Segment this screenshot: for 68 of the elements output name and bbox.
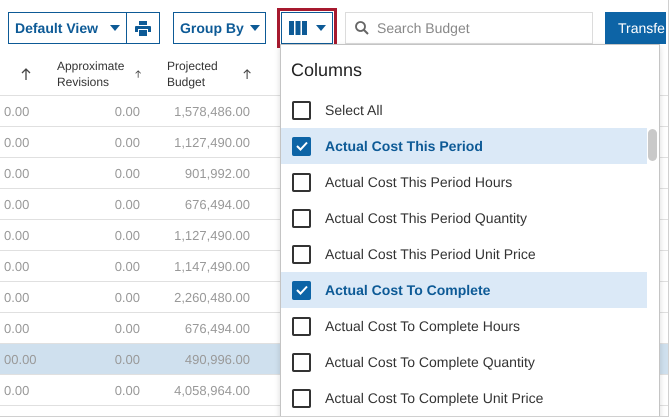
checkbox[interactable] [292,316,311,336]
sort-arrow-icon[interactable] [134,68,141,80]
table-cell: 0.00 [4,258,30,274]
caret-icon [316,25,326,31]
column-option[interactable]: Actual Cost This Period Hours [281,164,647,200]
check-icon [296,285,308,295]
print-icon [135,20,151,36]
caret-icon [250,25,260,31]
sort-arrow-icon[interactable] [21,68,31,80]
table-cell: 0.00 [114,382,140,398]
search-field[interactable]: Search Budget [345,12,593,44]
table-cell: 0.00 [114,258,140,274]
table-cell: 1,147,490.00 [174,258,250,274]
table-cell: 0.00 [114,134,140,150]
group-by-dropdown-button[interactable]: Group By [173,12,266,44]
column-option[interactable]: Actual Cost This Period Quantity [281,200,647,236]
table-cell: 0.00 [114,290,140,304]
table-cell: 490,996.00 [184,352,250,366]
table-cell: 0.00 [4,320,30,336]
checkbox[interactable] [292,172,311,192]
table-cell: 0.00 [4,228,30,242]
table-cell: 00.00 [4,352,37,366]
table-cell: 901,992.00 [184,166,250,180]
table-cell: 0.00 [114,166,140,180]
print-button[interactable] [127,12,160,44]
table-cell: 1,578,486.00 [174,104,250,118]
table-cell: 0.00 [4,196,30,212]
table-cell: 0.00 [4,166,30,180]
column-option[interactable]: Actual Cost This Period Unit Price [281,236,647,272]
column-option[interactable]: Actual Cost To Complete Unit Price [281,380,647,416]
column-option[interactable]: Actual Cost To Complete Quantity [281,344,647,380]
table-cell: 0.00 [4,104,30,118]
checkbox[interactable] [292,136,311,156]
table-cell: 0.00 [114,228,140,242]
checkbox[interactable] [292,100,311,120]
table-cell: 0.00 [114,352,140,366]
table-cell: 676,494.00 [184,320,250,336]
table-cell: 1,127,490.00 [174,228,250,242]
menu-title: Columns [290,59,364,82]
checkbox[interactable] [292,244,311,264]
scrollbar-thumb[interactable] [648,129,657,161]
columns-icon [288,21,306,35]
caret-icon [110,25,120,31]
table-cell: 4,058,964.00 [174,382,250,398]
checkbox[interactable] [292,388,311,408]
table-cell: 0.00 [114,320,140,336]
column-option[interactable]: Actual Cost This Period [281,128,647,164]
transfer-button[interactable]: Transfe [605,12,666,44]
column-header[interactable]: Projected Budget [167,58,243,90]
checkbox[interactable] [292,208,311,228]
checkbox[interactable] [292,352,311,372]
sort-arrow-icon[interactable] [242,68,251,80]
checkbox[interactable] [292,280,311,300]
table-cell: 0.00 [4,382,30,398]
table-cell: 1,127,490.00 [174,134,250,150]
column-header[interactable]: Approximate Revisions [57,58,135,90]
column-option[interactable]: Actual Cost To Complete [281,272,647,308]
column-option[interactable]: Actual Cost To Complete Hours [281,308,647,344]
table-cell: 2,260,480.00 [174,290,250,304]
search-icon [355,21,369,35]
table-cell: 0.00 [4,134,30,150]
view-dropdown-button[interactable]: Default View [8,12,127,44]
table-cell: 0.00 [114,196,140,212]
column-option[interactable]: Select All [281,92,647,128]
table-cell: 0.00 [114,104,140,118]
check-icon [296,141,308,151]
table-cell: 0.00 [4,290,30,304]
table-cell: 676,494.00 [184,196,250,212]
